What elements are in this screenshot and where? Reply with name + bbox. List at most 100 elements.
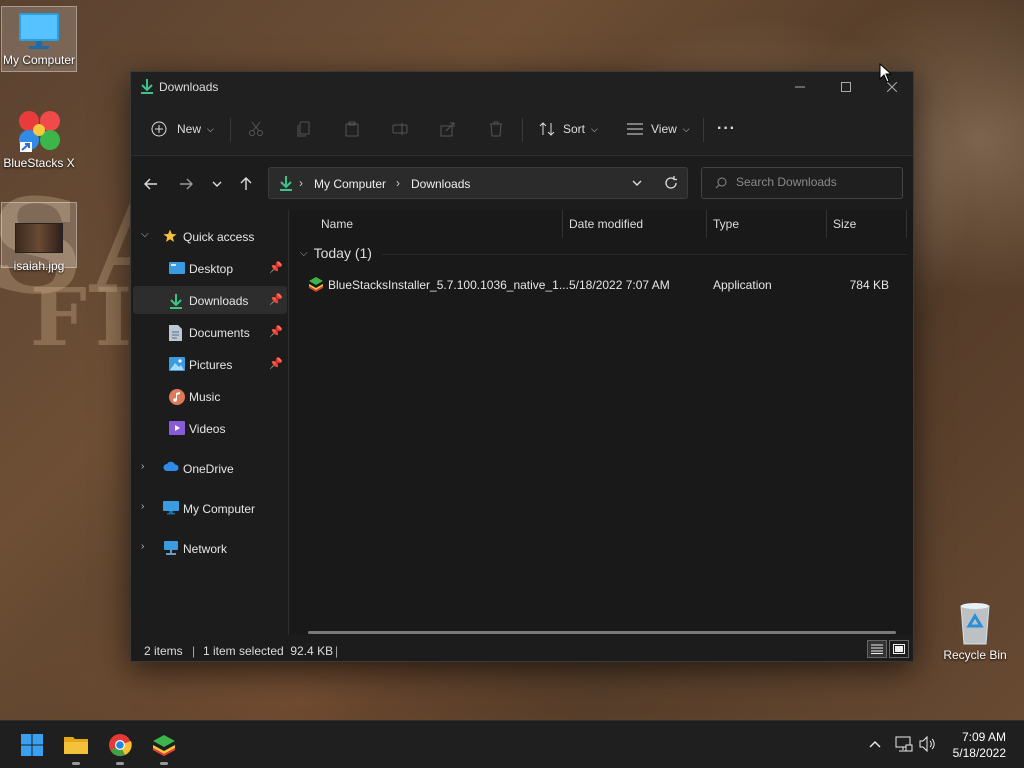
sidebar-item-my-computer[interactable]: › My Computer xyxy=(133,494,287,522)
document-icon xyxy=(169,325,182,341)
desktop-icon-recycle-bin[interactable]: Recycle Bin xyxy=(937,596,1013,662)
mouse-cursor-icon xyxy=(879,63,891,83)
trash-icon xyxy=(490,121,502,137)
column-header-name[interactable]: Name xyxy=(321,210,353,238)
maximize-button[interactable] xyxy=(823,72,869,102)
sidebar-item-desktop[interactable]: Desktop 📌 xyxy=(133,254,287,282)
sidebar-item-network[interactable]: › Network xyxy=(133,534,287,562)
status-bar: 2 items | 1 item selected 92.4 KB | xyxy=(131,635,913,661)
navigation-pane: ⌵ Quick access Desktop 📌 Downloads 📌 Doc… xyxy=(131,210,289,635)
file-name[interactable]: BlueStacksInstaller_5.7.100.1036_native_… xyxy=(328,278,569,292)
sidebar-item-downloads[interactable]: Downloads 📌 xyxy=(133,286,287,314)
system-clock[interactable]: 7:09 AM 5/18/2022 xyxy=(953,729,1006,761)
view-label: View xyxy=(651,122,677,136)
chrome-icon xyxy=(109,734,132,757)
breadcrumb-chevron-icon: › xyxy=(396,176,400,190)
running-indicator xyxy=(160,762,168,765)
share-button[interactable] xyxy=(440,102,456,156)
group-label: Today (1) xyxy=(313,245,372,261)
search-input[interactable] xyxy=(736,175,896,189)
breadcrumb-chevron-icon: › xyxy=(299,176,303,190)
sort-button[interactable]: Sort ⌵ xyxy=(539,102,598,156)
paste-button[interactable] xyxy=(344,102,360,156)
minimize-button[interactable] xyxy=(777,72,823,102)
share-icon xyxy=(440,122,455,137)
sidebar-item-videos[interactable]: Videos xyxy=(133,414,287,442)
horizontal-scrollbar[interactable] xyxy=(308,631,896,634)
minimize-icon xyxy=(795,86,805,88)
command-bar: New ⌵ Sort ⌵ View ⌵ ··· xyxy=(131,102,913,156)
view-button[interactable]: View ⌵ xyxy=(627,102,690,156)
group-header-today[interactable]: ⌵ Today (1) xyxy=(300,245,907,261)
file-explorer-window[interactable]: Downloads New ⌵ Sort ⌵ View ⌵ ··· › My C… xyxy=(130,71,914,662)
new-button[interactable]: New ⌵ xyxy=(151,102,214,156)
up-button[interactable] xyxy=(234,172,258,196)
file-row[interactable]: BlueStacksInstaller_5.7.100.1036_native_… xyxy=(300,270,900,298)
new-label: New xyxy=(177,122,202,136)
forward-button[interactable] xyxy=(174,172,198,196)
sidebar-item-pictures[interactable]: Pictures 📌 xyxy=(133,350,287,378)
desktop-icon-my-computer[interactable]: My Computer xyxy=(1,6,77,72)
details-view-icon xyxy=(871,644,883,654)
column-divider[interactable] xyxy=(706,210,707,238)
rename-button[interactable] xyxy=(392,102,408,156)
more-options-button[interactable]: ··· xyxy=(717,102,736,156)
delete-button[interactable] xyxy=(488,102,504,156)
chevron-right-icon[interactable]: › xyxy=(141,501,144,512)
column-header-date-modified[interactable]: Date modified xyxy=(569,210,643,238)
sidebar-item-documents[interactable]: Documents 📌 xyxy=(133,318,287,346)
column-header-type[interactable]: Type xyxy=(713,210,739,238)
maximize-icon xyxy=(841,82,851,92)
column-header-size[interactable]: Size xyxy=(833,210,856,238)
desktop-icon-isaiah-jpg[interactable]: isaiah.jpg xyxy=(1,202,77,273)
column-divider[interactable] xyxy=(562,210,563,238)
desktop-folder-icon xyxy=(169,262,185,274)
recent-locations-button[interactable] xyxy=(205,172,229,196)
start-button[interactable] xyxy=(16,729,48,761)
close-button[interactable] xyxy=(869,72,915,102)
chevron-down-icon[interactable]: ⌵ xyxy=(141,229,149,240)
navigation-bar: › My Computer › Downloads xyxy=(131,156,913,210)
sidebar-item-label: Quick access xyxy=(183,230,255,244)
details-view-button[interactable] xyxy=(867,640,887,658)
volume-icon[interactable] xyxy=(919,736,937,752)
file-explorer-taskbar-button[interactable] xyxy=(60,729,92,765)
chevron-down-icon xyxy=(212,181,222,187)
sidebar-item-music[interactable]: Music xyxy=(133,382,287,410)
sidebar-item-label: Music xyxy=(189,390,221,404)
chevron-down-icon: ⌵ xyxy=(682,123,690,134)
back-button[interactable] xyxy=(139,172,163,196)
chrome-taskbar-button[interactable] xyxy=(104,729,136,765)
recycle-bin-icon xyxy=(960,603,990,645)
bluestacks-taskbar-button[interactable] xyxy=(148,729,180,765)
sidebar-item-quick-access[interactable]: ⌵ Quick access xyxy=(133,222,287,250)
pin-icon: 📌 xyxy=(269,358,283,370)
breadcrumb-downloads[interactable]: Downloads xyxy=(411,177,470,191)
chevron-right-icon[interactable]: › xyxy=(141,541,144,552)
tiles-view-button[interactable] xyxy=(889,640,909,658)
network-status-icon[interactable] xyxy=(895,736,913,752)
sidebar-item-label: Network xyxy=(183,542,228,556)
cut-button[interactable] xyxy=(248,102,264,156)
breadcrumb-my-computer[interactable]: My Computer xyxy=(314,177,386,191)
star-icon xyxy=(163,229,177,242)
title-bar[interactable]: Downloads xyxy=(131,72,913,102)
desktop-icon-bluestacks[interactable]: BlueStacks X xyxy=(1,104,77,170)
search-box[interactable] xyxy=(701,167,903,199)
bluestacks-app-icon xyxy=(308,277,324,292)
address-bar[interactable]: › My Computer › Downloads xyxy=(268,167,688,199)
desktop-icon-label: Recycle Bin xyxy=(943,648,1007,662)
refresh-icon[interactable] xyxy=(664,176,678,190)
sidebar-item-onedrive[interactable]: › OneDrive xyxy=(133,454,287,482)
address-history-chevron-icon[interactable] xyxy=(632,180,642,186)
selection-info: 1 item selected 92.4 KB xyxy=(203,644,334,658)
column-divider[interactable] xyxy=(826,210,827,238)
network-icon xyxy=(164,541,178,555)
file-list-pane[interactable]: Name Date modified Type Size ⌵ Today (1)… xyxy=(290,210,913,635)
chevron-up-icon[interactable] xyxy=(869,740,881,748)
copy-button[interactable] xyxy=(296,102,312,156)
sidebar-item-label: Desktop xyxy=(189,262,234,276)
chevron-right-icon[interactable]: › xyxy=(141,461,144,472)
pin-icon: 📌 xyxy=(269,294,283,306)
column-divider[interactable] xyxy=(906,210,907,238)
